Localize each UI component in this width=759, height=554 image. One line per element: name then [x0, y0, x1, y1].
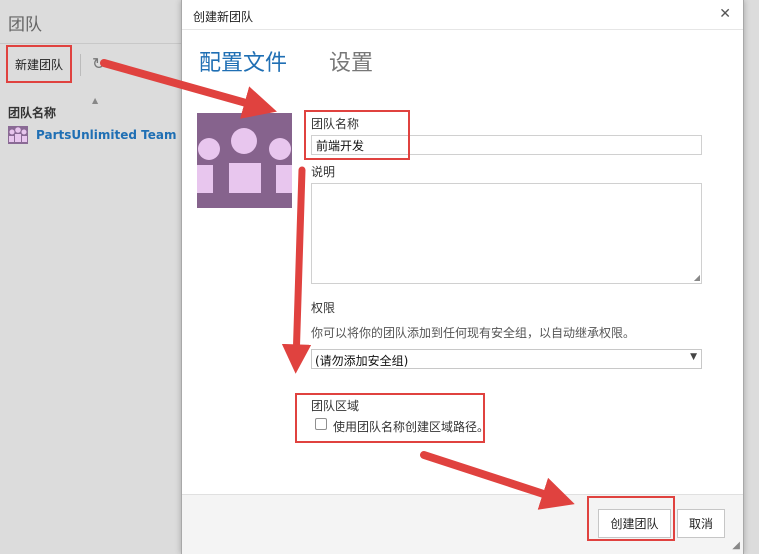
team-avatar-icon[interactable] [197, 113, 292, 208]
tab-profile[interactable]: 配置文件 [199, 45, 287, 77]
page-title: 团队 [8, 15, 42, 35]
dialog-footer: 创建团队 取消 ◢ [182, 494, 743, 554]
team-avatar-icon [8, 126, 28, 144]
new-team-button[interactable]: 新建团队 [6, 45, 72, 83]
security-group-selected: (请勿添加安全组) [315, 354, 409, 368]
team-area-checkbox-label[interactable]: 使用团队名称创建区域路径。 [333, 418, 489, 435]
resize-grip-icon[interactable]: ◢ [694, 274, 700, 282]
create-team-button[interactable]: 创建团队 [598, 509, 671, 538]
resize-grip-icon[interactable]: ◢ [732, 540, 740, 551]
security-group-select[interactable]: (请勿添加安全组) ▼ [311, 349, 702, 369]
description-label: 说明 [311, 165, 336, 179]
toolbar-divider [0, 43, 182, 44]
team-area-checkbox[interactable] [315, 418, 327, 430]
team-area-label: 团队区域 [311, 399, 360, 413]
dialog-title: 创建新团队 [193, 10, 254, 24]
team-name-input[interactable] [311, 135, 702, 155]
permissions-label: 权限 [311, 301, 336, 315]
close-icon[interactable]: ✕ [719, 6, 731, 22]
cancel-button[interactable]: 取消 [677, 509, 725, 538]
team-name-link[interactable]: PartsUnlimited Team [36, 128, 176, 142]
team-list-item[interactable]: PartsUnlimited Team [8, 126, 176, 144]
team-name-label: 团队名称 [311, 117, 360, 131]
toolbar-separator [80, 54, 81, 76]
permissions-help-text: 你可以将你的团队添加到任何现有安全组，以自动继承权限。 [311, 326, 636, 340]
description-textarea[interactable]: ◢ [311, 183, 702, 284]
refresh-icon[interactable]: ↻ [92, 56, 108, 72]
create-team-dialog: 创建新团队 ✕ 配置文件 设置 团队名称 说明 ◢ 权限 你可以将你的团队添加到… [181, 0, 744, 554]
chevron-down-icon: ▼ [690, 352, 697, 362]
dialog-titlebar: 创建新团队 ✕ [182, 0, 743, 30]
tab-settings[interactable]: 设置 [329, 45, 373, 77]
column-header-team-name[interactable]: 团队名称 [8, 104, 56, 121]
sort-ascending-icon[interactable]: ▲ [92, 96, 98, 105]
